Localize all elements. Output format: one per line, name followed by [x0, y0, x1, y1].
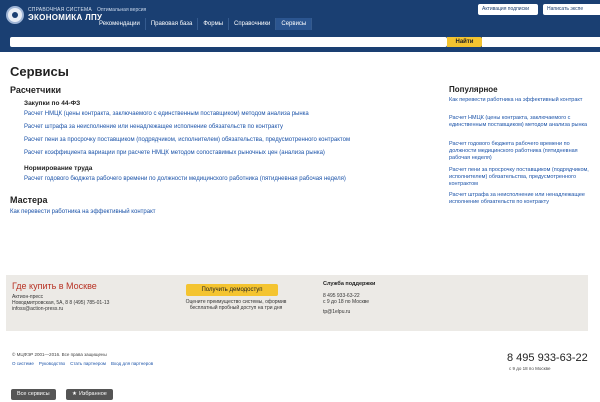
- popular-link[interactable]: Расчет НМЦК (цены контракта, заключаемог…: [449, 115, 595, 129]
- logo-icon[interactable]: [6, 6, 24, 24]
- tab-services[interactable]: Сервисы: [276, 18, 313, 30]
- procurement-link[interactable]: Расчет НМЦК (цены контракта, заключаемог…: [24, 111, 309, 117]
- procurement-link[interactable]: Расчет пени за просрочку поставщиком (по…: [24, 137, 350, 143]
- footer-link-guide[interactable]: Руководство: [39, 361, 65, 366]
- version-label: Оптимальная версия: [97, 7, 147, 13]
- where-to-buy-title: Где купить в Москве: [12, 281, 97, 291]
- footer-links: О системе Руководство Стать партнером Вх…: [12, 361, 153, 366]
- labor-heading: Нормирование труда: [24, 165, 93, 172]
- popular-link[interactable]: Расчет годового бюджета рабочего времени…: [449, 141, 595, 162]
- popular-link[interactable]: Расчет пени за просрочку поставщиком (по…: [449, 167, 595, 188]
- footer-phone: 8 495 933-63-22: [507, 352, 588, 364]
- page-title: Сервисы: [10, 64, 69, 79]
- labor-link[interactable]: Расчет годового бюджета рабочего времени…: [24, 176, 346, 182]
- header-right-panel: [482, 37, 600, 47]
- main-nav: Рекомендации Правовая база Формы Справоч…: [94, 18, 313, 30]
- footer-link-about[interactable]: О системе: [12, 361, 34, 366]
- popular-heading: Популярное: [449, 85, 498, 94]
- all-services-button[interactable]: Все сервисы: [11, 389, 56, 400]
- brand-title[interactable]: ЭКОНОМИКА ЛПУ: [28, 13, 102, 22]
- procurement-heading: Закупки по 44-ФЗ: [24, 100, 81, 107]
- copyright: © МЦФЭР 2001—2016. Все права защищены: [12, 352, 107, 357]
- star-icon: ★: [72, 391, 77, 397]
- masters-heading: Мастера: [10, 195, 48, 205]
- search-button[interactable]: Найти: [447, 37, 482, 47]
- search-input[interactable]: [10, 37, 447, 47]
- favorites-button[interactable]: ★ Избранное: [66, 389, 113, 400]
- footer-panel: Где купить в Москве Актион-пресс Новодми…: [6, 275, 588, 331]
- favorites-label: Избранное: [78, 391, 107, 397]
- tab-legal-base[interactable]: Правовая база: [146, 18, 199, 30]
- masters-link[interactable]: Как перевести работника на эффективный к…: [10, 209, 156, 215]
- all-services-label: Все сервисы: [17, 391, 50, 397]
- popular-link[interactable]: Расчет штрафа за неисполнение или ненадл…: [449, 192, 595, 206]
- tab-reference[interactable]: Справочники: [229, 18, 277, 30]
- footer-hours: с 9 до 18 по Москве: [509, 366, 551, 371]
- procurement-link[interactable]: Расчет штрафа за неисполнение или ненадл…: [24, 124, 283, 130]
- support-title: Служба поддержки: [323, 281, 376, 287]
- support-hours: с 9 до 18 по Москве: [323, 299, 370, 305]
- calculators-heading: Расчетчики: [10, 85, 61, 95]
- tab-recommendations[interactable]: Рекомендации: [94, 18, 146, 30]
- demo-description: Оцените преимущество системы, оформив бе…: [185, 299, 287, 311]
- footer-link-partner[interactable]: Стать партнером: [70, 361, 106, 366]
- activate-subscription-button[interactable]: Активация подписки: [478, 4, 538, 15]
- tab-forms[interactable]: Формы: [198, 18, 230, 30]
- footer-link-partner-login[interactable]: Вход для партнеров: [111, 361, 153, 366]
- top-header: СПРАВОЧНАЯ СИСТЕМА ЭКОНОМИКА ЛПУ Оптимал…: [0, 0, 600, 52]
- popular-link[interactable]: Как перевести работника на эффективный к…: [449, 97, 595, 104]
- support-email[interactable]: tp@1elpu.ru: [323, 309, 350, 315]
- ask-expert-button[interactable]: Написать экспе: [543, 4, 600, 15]
- demo-access-button[interactable]: Получить демодоступ: [186, 284, 278, 296]
- company-email[interactable]: infoss@action-press.ru: [12, 306, 63, 312]
- procurement-link[interactable]: Расчет коэффициента вариации при расчете…: [24, 150, 325, 156]
